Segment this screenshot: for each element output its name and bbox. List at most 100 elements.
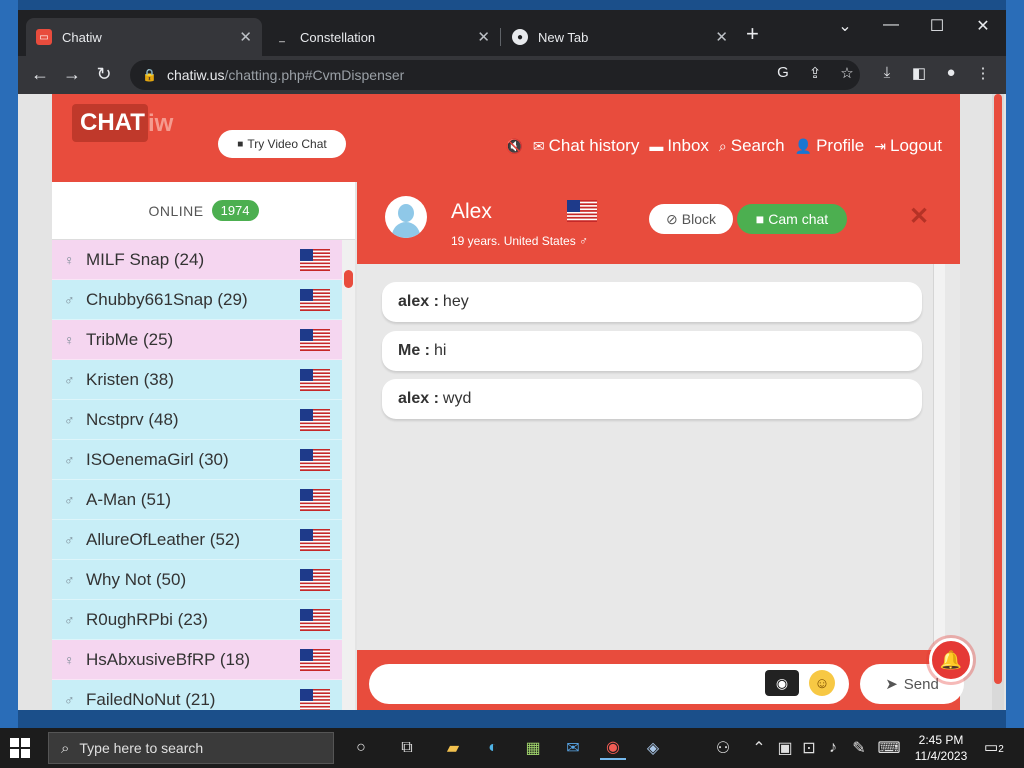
nav-profile[interactable]: 👤 Profile — [795, 136, 865, 156]
search-icon: ⌕ — [718, 137, 727, 154]
list-item[interactable]: ♂ Chubby661Snap (29) — [52, 280, 342, 320]
list-item[interactable]: ♂ A-Man (51) — [52, 480, 342, 520]
clock-time: 2:45 PM — [918, 733, 964, 747]
store-icon[interactable]: ▦ — [520, 736, 546, 760]
side-panel-icon[interactable]: ◧ — [908, 64, 930, 82]
camera-icon[interactable]: ◉ — [765, 670, 799, 696]
tray-expand-icon[interactable]: ⌃ — [746, 736, 772, 760]
user-list-scrollbar[interactable] — [342, 240, 355, 710]
nav-mute[interactable]: 🔇 — [505, 136, 522, 156]
tab-strip: ▭ Chatiw ✕ _ Constellation ✕ ● New Tab ✕… — [18, 10, 1006, 56]
forward-button[interactable]: → — [60, 64, 84, 85]
download-icon[interactable]: ⤓ — [876, 64, 898, 81]
nav-label: Logout — [890, 136, 942, 155]
nav-search[interactable]: ⌕ Search — [719, 136, 785, 156]
list-item[interactable]: ♂ Why Not (50) — [52, 560, 342, 600]
notification-center-icon[interactable]: ▭2 — [984, 738, 1004, 756]
bookmark-star-icon[interactable]: ☆ — [836, 64, 858, 82]
try-video-chat-button[interactable]: ■ Try Video Chat — [218, 130, 346, 158]
block-icon: ⊘ — [666, 210, 678, 227]
google-lens-icon[interactable]: G — [772, 64, 794, 81]
pen-icon[interactable]: ✎ — [846, 736, 872, 760]
user-name: R0ughRPbi (23) — [86, 609, 208, 629]
list-item[interactable]: ♀ MILF Snap (24) — [52, 240, 342, 280]
emoji-icon[interactable]: ☺ — [809, 670, 835, 696]
paper-plane-icon: ➤ — [885, 676, 898, 693]
male-symbol-icon: ♂ — [64, 411, 75, 428]
cortana-icon[interactable]: ○ — [348, 736, 374, 760]
nav-label: Chat history — [548, 136, 640, 155]
keyboard-icon[interactable]: ⌨ — [876, 736, 902, 760]
new-tab-button[interactable]: + — [746, 23, 759, 45]
task-view-icon[interactable]: ⧉ — [394, 736, 420, 760]
tab-constellation[interactable]: _ Constellation ✕ — [264, 18, 500, 56]
male-symbol-icon: ♂ — [64, 571, 75, 588]
notification-bell-icon[interactable]: 🔔 — [929, 638, 973, 682]
mail-icon[interactable]: ✉ — [560, 736, 586, 760]
user-list-scroll-thumb[interactable] — [344, 270, 353, 288]
profile-avatar-icon[interactable]: ● — [940, 64, 962, 81]
back-button[interactable]: ← — [28, 64, 52, 85]
message-list-scrollbar[interactable] — [933, 264, 945, 644]
message: alex : hey — [382, 282, 922, 322]
tab-new-tab[interactable]: ● New Tab ✕ — [502, 18, 738, 56]
list-item[interactable]: ♂ ISOenemaGirl (30) — [52, 440, 342, 480]
list-item[interactable]: ♂ Kristen (38) — [52, 360, 342, 400]
people-icon[interactable]: ⚇ — [710, 736, 736, 760]
nav-inbox[interactable]: ▬ Inbox — [649, 136, 709, 156]
male-symbol-icon: ♂ — [64, 691, 75, 708]
list-item[interactable]: ♀ HsAbxusiveBfRP (18) — [52, 640, 342, 680]
minimize-button[interactable]: — — [868, 16, 914, 34]
browser-toolbar: ← → ↻ 🔒 chatiw.us/chatting.php#CvmDispen… — [18, 56, 1006, 94]
tab-search-icon[interactable]: ⌄ — [822, 16, 868, 36]
network-icon[interactable]: ⊡ — [796, 736, 822, 760]
close-window-button[interactable]: ✕ — [960, 16, 1006, 36]
taskbar-search-box[interactable]: ⌕ Type here to search — [48, 732, 334, 764]
avatar[interactable] — [385, 196, 427, 238]
list-item[interactable]: ♀ TribMe (25) — [52, 320, 342, 360]
url-path: /chatting.php#CvmDispenser — [224, 67, 405, 83]
address-bar[interactable]: 🔒 chatiw.us/chatting.php#CvmDispenser — [130, 60, 860, 90]
chat-partner-name: Alex — [451, 200, 492, 223]
cam-chat-button[interactable]: ■ Cam chat — [737, 204, 847, 234]
close-chat-icon[interactable]: ✕ — [909, 202, 929, 231]
user-name: Kristen (38) — [86, 369, 174, 389]
user-name: FailedNoNut (21) — [86, 689, 216, 709]
security-icon[interactable]: ▣ — [772, 736, 798, 760]
system-clock[interactable]: 2:45 PM 11/4/2023 — [908, 732, 974, 764]
block-button[interactable]: ⊘ Block — [649, 204, 733, 234]
online-users-panel: ONLINE 1974 ♀ MILF Snap (24) ♂ Chubby661Sna… — [52, 182, 355, 710]
windows-start-icon[interactable] — [10, 738, 32, 758]
virtualbox-icon[interactable]: ◈ — [640, 736, 666, 760]
menu-kebab-icon[interactable]: ⋮ — [972, 64, 994, 82]
share-icon[interactable]: ⇪ — [804, 64, 826, 82]
list-item[interactable]: ♂ Ncstprv (48) — [52, 400, 342, 440]
chatiw-favicon-icon: ▭ — [36, 29, 52, 45]
maximize-button[interactable]: ☐ — [914, 16, 960, 36]
try-video-label: Try Video Chat — [247, 137, 327, 151]
file-explorer-icon[interactable]: ▰ — [440, 736, 466, 760]
edge-icon[interactable]: ◐ — [480, 736, 506, 760]
list-item[interactable]: ♂ FailedNoNut (21) — [52, 680, 342, 710]
user-name: Why Not (50) — [86, 569, 187, 589]
page-scrollbar[interactable] — [992, 94, 1004, 710]
close-tab-icon[interactable]: ✕ — [715, 28, 728, 46]
chat-partner-info: 19 years. United States ♂ — [451, 234, 589, 248]
constellation-favicon-icon: _ — [279, 31, 285, 43]
nav-chat-history[interactable]: ✉ Chat history — [533, 136, 639, 156]
nav-label: Profile — [816, 136, 865, 155]
site-logo[interactable]: CHAT iw — [72, 104, 192, 150]
tab-chatiw[interactable]: ▭ Chatiw ✕ — [26, 18, 262, 56]
close-tab-icon[interactable]: ✕ — [477, 28, 490, 46]
block-label: Block — [681, 211, 716, 227]
volume-muted-icon[interactable]: ♪ — [820, 736, 846, 760]
list-item[interactable]: ♂ AllureOfLeather (52) — [52, 520, 342, 560]
reload-button[interactable]: ↻ — [92, 64, 116, 85]
close-tab-icon[interactable]: ✕ — [239, 28, 252, 46]
nav-logout[interactable]: ⇥ Logout — [874, 136, 942, 156]
send-label: Send — [903, 675, 939, 693]
user-name: MILF Snap (24) — [86, 249, 205, 269]
list-item[interactable]: ♂ R0ughRPbi (23) — [52, 600, 342, 640]
chrome-icon[interactable]: ◉ — [600, 736, 626, 760]
page-scroll-thumb[interactable] — [994, 94, 1002, 684]
